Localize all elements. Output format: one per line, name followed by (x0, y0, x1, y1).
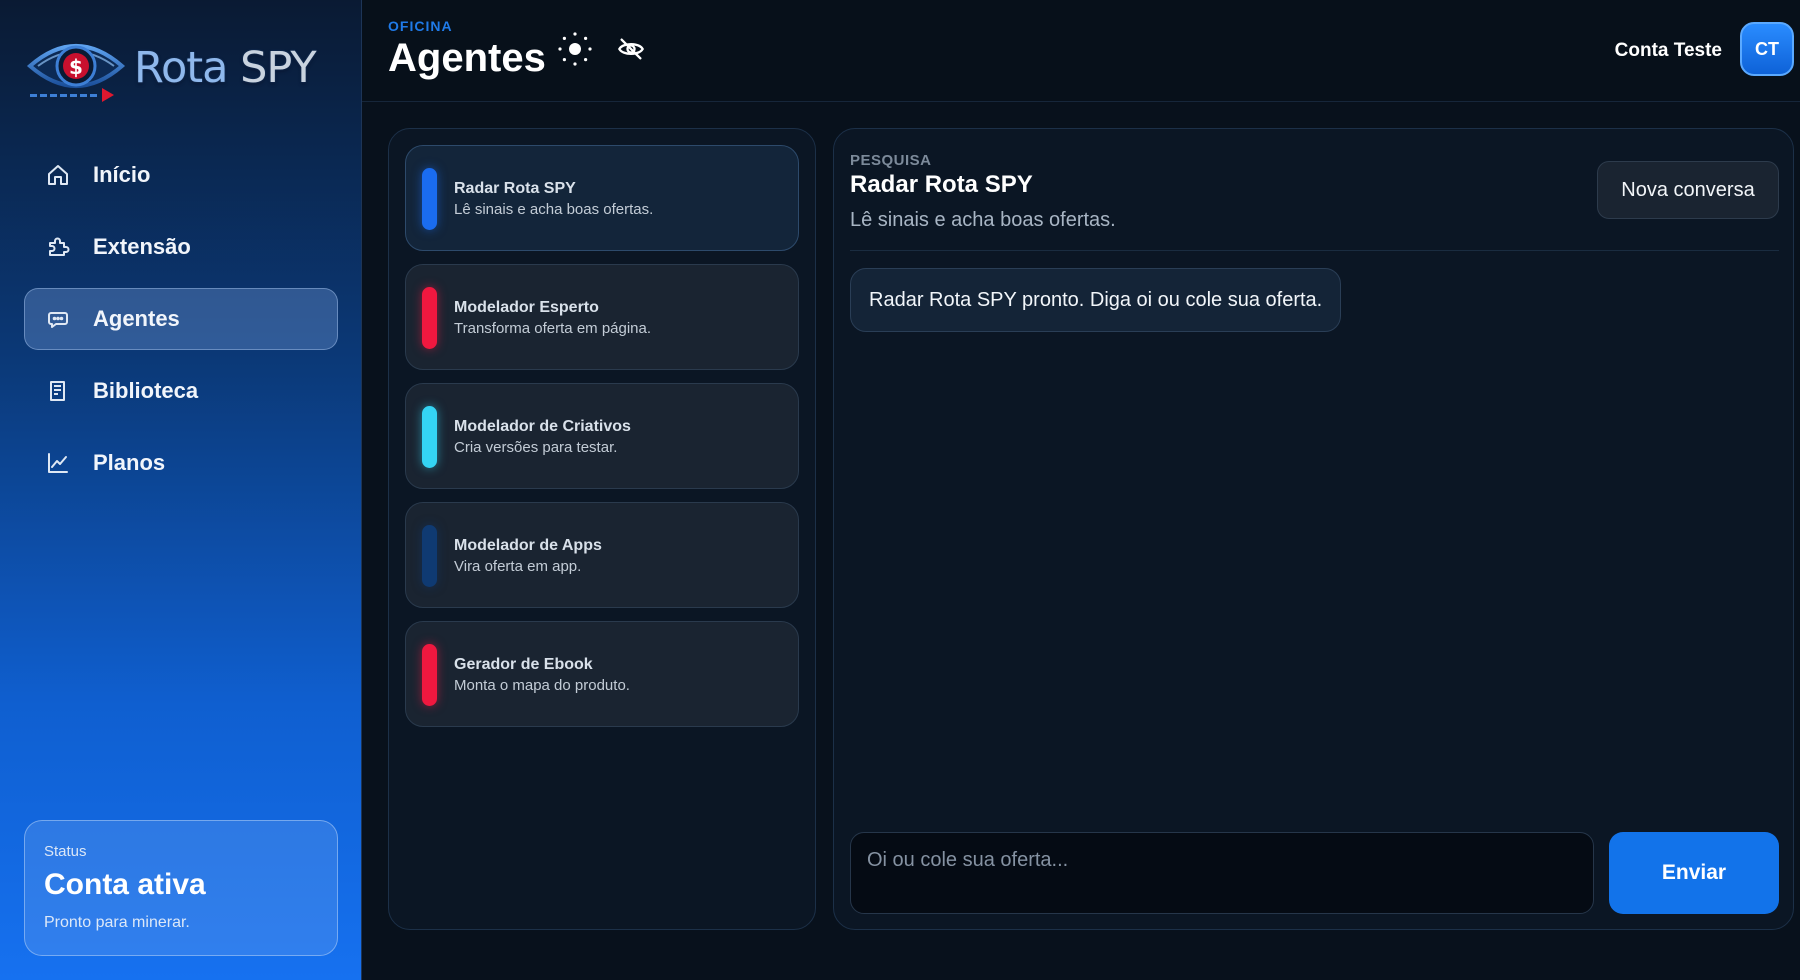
chat-divider (850, 250, 1779, 251)
chat-message: Radar Rota SPY pronto. Diga oi ou cole s… (850, 268, 1342, 332)
agent-color-bar (422, 287, 437, 349)
eye-dollar-logo-icon: $ (26, 32, 128, 108)
book-icon (45, 378, 71, 404)
user-name[interactable]: Conta Teste (1615, 40, 1722, 62)
chat-category: PESQUISA (850, 152, 932, 169)
agent-color-bar (422, 644, 437, 706)
status-subtitle: Pronto para minerar. (44, 914, 190, 931)
brand-wordmark: Rota SPY (134, 43, 317, 93)
sidebar: $ Rota SPY Início Extensão Agentes Bibli… (0, 0, 362, 980)
puzzle-icon (45, 234, 71, 260)
agent-description: Vira oferta em app. (454, 558, 582, 575)
agent-description: Lê sinais e acha boas ofertas. (454, 201, 654, 218)
agent-description: Transforma oferta em página. (454, 320, 652, 337)
sidebar-item-biblioteca[interactable]: Biblioteca (24, 360, 338, 422)
send-button[interactable]: Enviar (1609, 832, 1779, 914)
chat-subtitle: Lê sinais e acha boas ofertas. (850, 209, 1116, 231)
sidebar-item-label: Biblioteca (93, 378, 199, 403)
agent-name: Modelador de Criativos (454, 418, 631, 435)
sidebar-item-extensao[interactable]: Extensão (24, 216, 338, 278)
status-label: Status (44, 843, 87, 860)
chat-bubble-icon (45, 306, 71, 332)
new-conversation-button[interactable]: Nova conversa (1597, 161, 1779, 219)
sidebar-item-label: Planos (93, 450, 166, 475)
sidebar-item-label: Agentes (93, 306, 180, 331)
sidebar-item-agentes[interactable]: Agentes (24, 288, 338, 350)
chat-panel: PESQUISA Radar Rota SPY Lê sinais e acha… (833, 128, 1794, 930)
top-header: OFICINA Agentes Conta Teste CT (362, 0, 1800, 102)
eye-off-icon[interactable] (612, 30, 650, 68)
sidebar-item-label: Início (93, 162, 151, 187)
agent-color-bar (422, 406, 437, 468)
page-title: Agentes (388, 36, 546, 80)
agent-name: Modelador Esperto (454, 299, 599, 316)
brand-name-part2: SPY (240, 43, 317, 93)
agent-name: Radar Rota SPY (454, 180, 576, 197)
agent-description: Cria versões para testar. (454, 439, 618, 456)
sidebar-item-inicio[interactable]: Início (24, 144, 338, 206)
agent-name: Gerador de Ebook (454, 656, 593, 673)
sun-icon[interactable] (556, 30, 594, 68)
brand-logo[interactable]: $ Rota SPY (26, 30, 326, 110)
status-card: Status Conta ativa Pronto para minerar. (24, 820, 338, 956)
sidebar-item-label: Extensão (93, 234, 191, 259)
chart-line-icon (45, 450, 71, 476)
status-title: Conta ativa (44, 868, 206, 901)
svg-text:$: $ (69, 55, 83, 79)
agent-description: Monta o mapa do produto. (454, 677, 630, 694)
agent-list-panel: Radar Rota SPY Lê sinais e acha boas ofe… (388, 128, 816, 930)
sidebar-nav: Início Extensão Agentes Biblioteca Plano… (24, 144, 338, 504)
agent-card-modelador-de-criativos[interactable]: Modelador de Criativos Cria versões para… (405, 383, 799, 489)
agent-card-gerador-de-ebook[interactable]: Gerador de Ebook Monta o mapa do produto… (405, 621, 799, 727)
agent-card-modelador-de-apps[interactable]: Modelador de Apps Vira oferta em app. (405, 502, 799, 608)
avatar[interactable]: CT (1740, 22, 1794, 76)
agent-card-modelador-esperto[interactable]: Modelador Esperto Transforma oferta em p… (405, 264, 799, 370)
agent-color-bar (422, 168, 437, 230)
home-icon (45, 162, 71, 188)
brand-name-part1: Rota (134, 43, 228, 93)
page-eyebrow: OFICINA (388, 18, 453, 34)
message-input[interactable] (850, 832, 1594, 914)
agent-color-bar (422, 525, 437, 587)
agent-name: Modelador de Apps (454, 537, 602, 554)
chat-title: Radar Rota SPY (850, 171, 1033, 198)
agent-card-radar-rota-spy[interactable]: Radar Rota SPY Lê sinais e acha boas ofe… (405, 145, 799, 251)
sidebar-item-planos[interactable]: Planos (24, 432, 338, 494)
